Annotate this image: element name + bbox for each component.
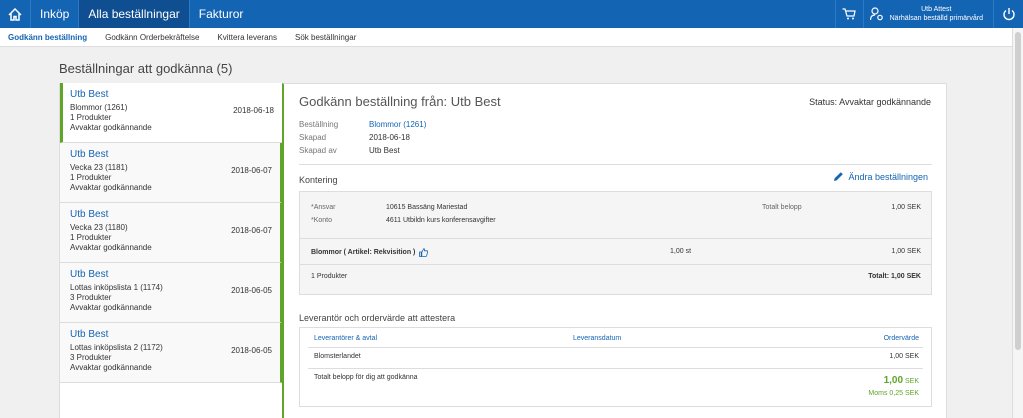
order-card[interactable]: Utb Best Lottas inköpslista 2 (1172) 3 P… <box>60 323 282 383</box>
order-date: 2018-06-07 <box>231 226 272 235</box>
order-status: Avvaktar godkännande <box>70 363 152 372</box>
konto-label: *Konto <box>311 217 333 224</box>
created-by-value: Utb Best <box>369 146 400 155</box>
order-card[interactable]: Utb Best Vecka 23 (1181) 1 Produkter Avv… <box>60 143 282 203</box>
supplier-name: Blomsterlandet <box>314 353 361 360</box>
order-customer: Utb Best <box>70 269 109 280</box>
home-icon <box>8 7 22 21</box>
order-card[interactable]: Utb Best Blommor (1261) 1 Produkter Avva… <box>60 83 282 143</box>
nav-fakturor[interactable]: Fakturor <box>188 0 253 28</box>
pencil-icon <box>834 172 844 181</box>
nav-inkop[interactable]: Inköp <box>30 0 78 28</box>
tab-kvittera-leverans[interactable]: Kvittera leverans <box>217 33 277 42</box>
order-status: Avvaktar godkännande <box>70 123 152 132</box>
main-nav: Inköp Alla beställningar Fakturor <box>30 0 252 28</box>
approve-total-currency: SEK <box>904 378 919 385</box>
order-date: 2018-06-05 <box>231 346 272 355</box>
tab-godkann-orderbekraftelse[interactable]: Godkänn Orderbekräftelse <box>105 33 199 42</box>
order-card[interactable]: Utb Best Lottas inköpslista 1 (1174) 3 P… <box>60 263 282 323</box>
col-delivery-date: Leveransdatum <box>573 335 622 342</box>
product-name: Blommor ( Artikel: Rekvisition ) <box>311 249 416 256</box>
order-link[interactable]: Blommor (1261) <box>369 118 426 131</box>
cart-icon <box>842 8 856 20</box>
logout-button[interactable] <box>993 0 1023 28</box>
user-menu[interactable]: Utb Attest Närhälsan beställd primärvård <box>862 0 993 28</box>
nav-alla-bestallningar[interactable]: Alla beställningar <box>78 0 189 28</box>
divider <box>308 347 923 348</box>
order-label: Beställning <box>299 120 339 129</box>
created-label: Skapad <box>299 133 327 142</box>
kontering-box: *Ansvar 10615 Bassäng Mariestad *Konto 461… <box>299 191 932 295</box>
product-quantity: 1,00 st <box>670 248 692 255</box>
power-icon <box>1002 8 1015 21</box>
divider <box>308 368 923 369</box>
supplier-section-title: Leverantör och ordervärde att attestera <box>299 313 456 323</box>
supplier-value: 1,00 SEK <box>889 353 919 360</box>
order-date: 2018-06-07 <box>231 166 272 175</box>
divider <box>300 238 931 239</box>
tab-sok-bestallningar[interactable]: Sök beställningar <box>295 33 356 42</box>
order-detail-panel: Godkänn beställning från: Utb Best Statu… <box>282 83 947 418</box>
kontering-title: Kontering <box>299 175 338 185</box>
total-amount-value: 1,00 SEK <box>891 204 921 211</box>
grand-total: Totalt: 1,00 SEK <box>868 273 921 280</box>
product-row: Blommor ( Artikel: Rekvisition ) <box>311 248 429 257</box>
vat-amount: Moms 0,25 SEK <box>868 390 919 397</box>
order-customer: Utb Best <box>70 149 109 160</box>
product-count: 1 Produkter <box>311 273 348 280</box>
ansvar-value: 10615 Bassäng Mariestad <box>386 204 468 211</box>
supplier-box: Leverantörer & avtal Leveransdatum Order… <box>299 327 932 407</box>
divider <box>299 164 932 165</box>
sub-nav: Godkänn beställning Godkänn Orderbekräft… <box>0 28 1023 47</box>
edit-order-link[interactable]: Ändra beställningen <box>833 171 928 182</box>
created-by-label: Skapad av <box>299 146 337 155</box>
edit-order-label: Ändra beställningen <box>848 171 928 182</box>
detail-status: Status: Avvaktar godkännande <box>809 97 931 107</box>
divider <box>300 264 931 265</box>
order-date: 2018-06-05 <box>231 286 272 295</box>
top-bar: Inköp Alla beställningar Fakturor Utb At… <box>0 0 1023 28</box>
user-settings-icon <box>869 7 883 21</box>
order-status: Avvaktar godkännande <box>70 183 152 192</box>
created-value: 2018-06-18 <box>369 133 410 142</box>
product-sum: 1,00 SEK <box>891 248 921 255</box>
order-customer: Utb Best <box>70 89 109 100</box>
detail-title: Godkänn beställning från: Utb Best <box>299 94 501 109</box>
col-supplier: Leverantörer & avtal <box>314 335 378 342</box>
order-list: Utb Best Blommor (1261) 1 Produkter Avva… <box>59 83 282 418</box>
order-status: Avvaktar godkännande <box>70 303 152 312</box>
home-button[interactable] <box>0 0 30 28</box>
order-meta: Beställning Blommor (1261) Skapad 2018-06-… <box>299 118 426 157</box>
order-status: Avvaktar godkännande <box>70 243 152 252</box>
scrollbar-thumb[interactable] <box>1015 32 1021 350</box>
ansvar-label: *Ansvar <box>311 204 336 211</box>
konto-value: 4611 Utbildn kurs konferensavgifter <box>386 217 496 224</box>
cart-button[interactable] <box>834 0 863 28</box>
thumbs-up-icon[interactable] <box>419 248 429 257</box>
tab-godkann-bestallning[interactable]: Godkänn beställning <box>8 33 87 42</box>
order-date: 2018-06-18 <box>233 106 274 115</box>
total-amount-label: Totalt belopp <box>762 204 802 211</box>
approve-total-label: Totalt belopp för dig att godkänna <box>314 374 418 381</box>
page-title: Beställningar att godkänna (5) <box>59 61 233 76</box>
order-customer: Utb Best <box>70 329 109 340</box>
order-card[interactable]: Utb Best Vecka 23 (1180) 1 Produkter Avv… <box>60 203 282 263</box>
user-name: Utb Attest <box>921 6 952 13</box>
col-order-value: Ordervärde <box>883 335 919 342</box>
order-customer: Utb Best <box>70 209 109 220</box>
user-unit: Närhälsan beställd primärvård <box>889 15 983 22</box>
page-scrollbar[interactable] <box>1012 28 1023 418</box>
approve-total: 1,00 SEK <box>884 375 919 386</box>
approve-total-amount: 1,00 <box>883 375 904 386</box>
